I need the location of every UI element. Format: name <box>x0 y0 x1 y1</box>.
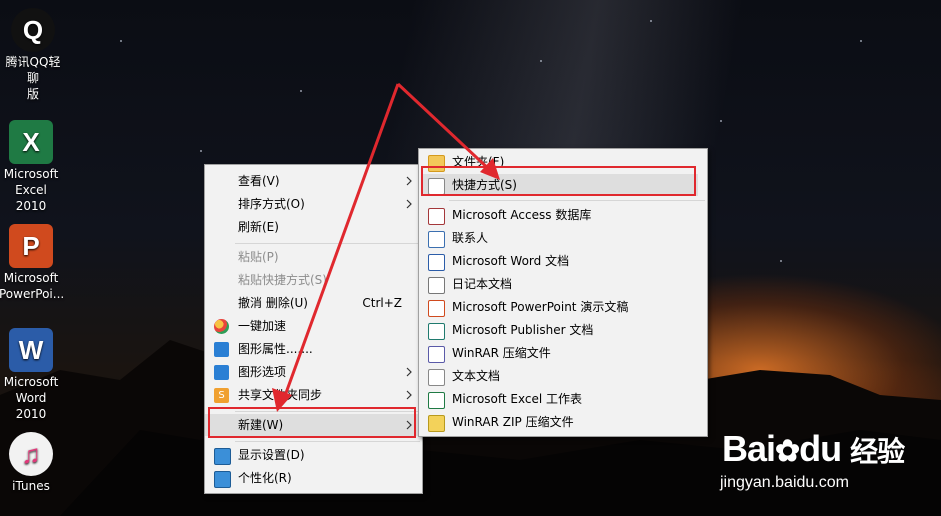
annotation-arrow-to-new <box>280 83 400 405</box>
watermark-brand-b: du <box>799 428 842 469</box>
annotation-arrow-to-shortcut <box>396 82 494 174</box>
watermark-brand-cn: 经验 <box>850 435 905 468</box>
baidu-watermark: Bai✿du 经验 <box>722 428 905 470</box>
arrow-head-icon <box>272 388 292 412</box>
paw-icon: ✿ <box>775 435 800 468</box>
arrow-head-icon <box>480 158 500 180</box>
watermark-brand-a: Bai <box>722 428 776 469</box>
watermark-url: jingyan.baidu.com <box>720 474 849 491</box>
